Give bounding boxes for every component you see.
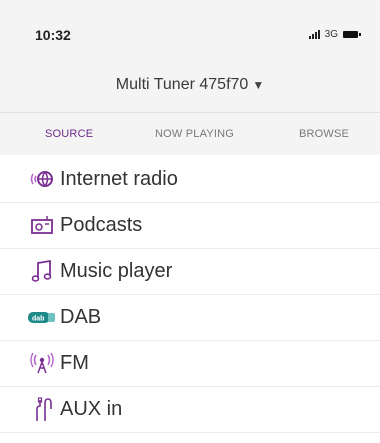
source-item-fm[interactable]: FM [0, 341, 380, 387]
source-label: AUX in [60, 398, 123, 420]
signal-bars-icon [308, 30, 320, 39]
source-item-podcasts[interactable]: Podcasts [0, 203, 380, 249]
device-selector[interactable]: Multi Tuner 475f70 ▼ [0, 76, 380, 94]
network-type: 3G [324, 29, 338, 40]
source-item-aux-in[interactable]: AUX in [0, 387, 380, 433]
source-item-music-player[interactable]: Music player [0, 249, 380, 295]
status-bar: 10:32 3G [0, 0, 380, 70]
music-note-icon [28, 257, 56, 285]
tab-browse[interactable]: BROWSE [299, 128, 349, 140]
tab-now-playing[interactable]: NOW PLAYING [155, 128, 234, 140]
podcast-radio-icon [28, 211, 56, 239]
fm-antenna-icon [28, 349, 56, 377]
dab-icon: dab [28, 303, 56, 331]
dropdown-caret-icon: ▼ [252, 78, 265, 92]
svg-text:dab: dab [32, 316, 44, 323]
internet-radio-icon [28, 165, 56, 193]
tab-source[interactable]: SOURCE [45, 128, 93, 140]
device-name: Multi Tuner 475f70 [115, 76, 249, 93]
source-label: Music player [60, 260, 173, 282]
header-area: 10:32 3G Multi Tuner 475f70 ▼ SOURCE NOW … [0, 0, 380, 155]
source-label: Internet radio [60, 168, 178, 190]
battery-icon [343, 31, 361, 38]
source-label: FM [60, 352, 89, 374]
source-item-internet-radio[interactable]: Internet radio [0, 157, 380, 203]
tab-bar: SOURCE NOW PLAYING BROWSE [0, 112, 380, 156]
app-screen: 10:32 3G Multi Tuner 475f70 ▼ SOURCE NOW … [0, 0, 380, 443]
status-indicators: 3G [308, 29, 361, 40]
status-time: 10:32 [35, 27, 71, 43]
source-list: Internet radio Podcasts Music player dab… [0, 157, 380, 433]
source-label: DAB [60, 306, 102, 328]
source-item-dab[interactable]: dab DAB [0, 295, 380, 341]
source-label: Podcasts [60, 214, 143, 236]
aux-plug-icon [28, 395, 56, 423]
